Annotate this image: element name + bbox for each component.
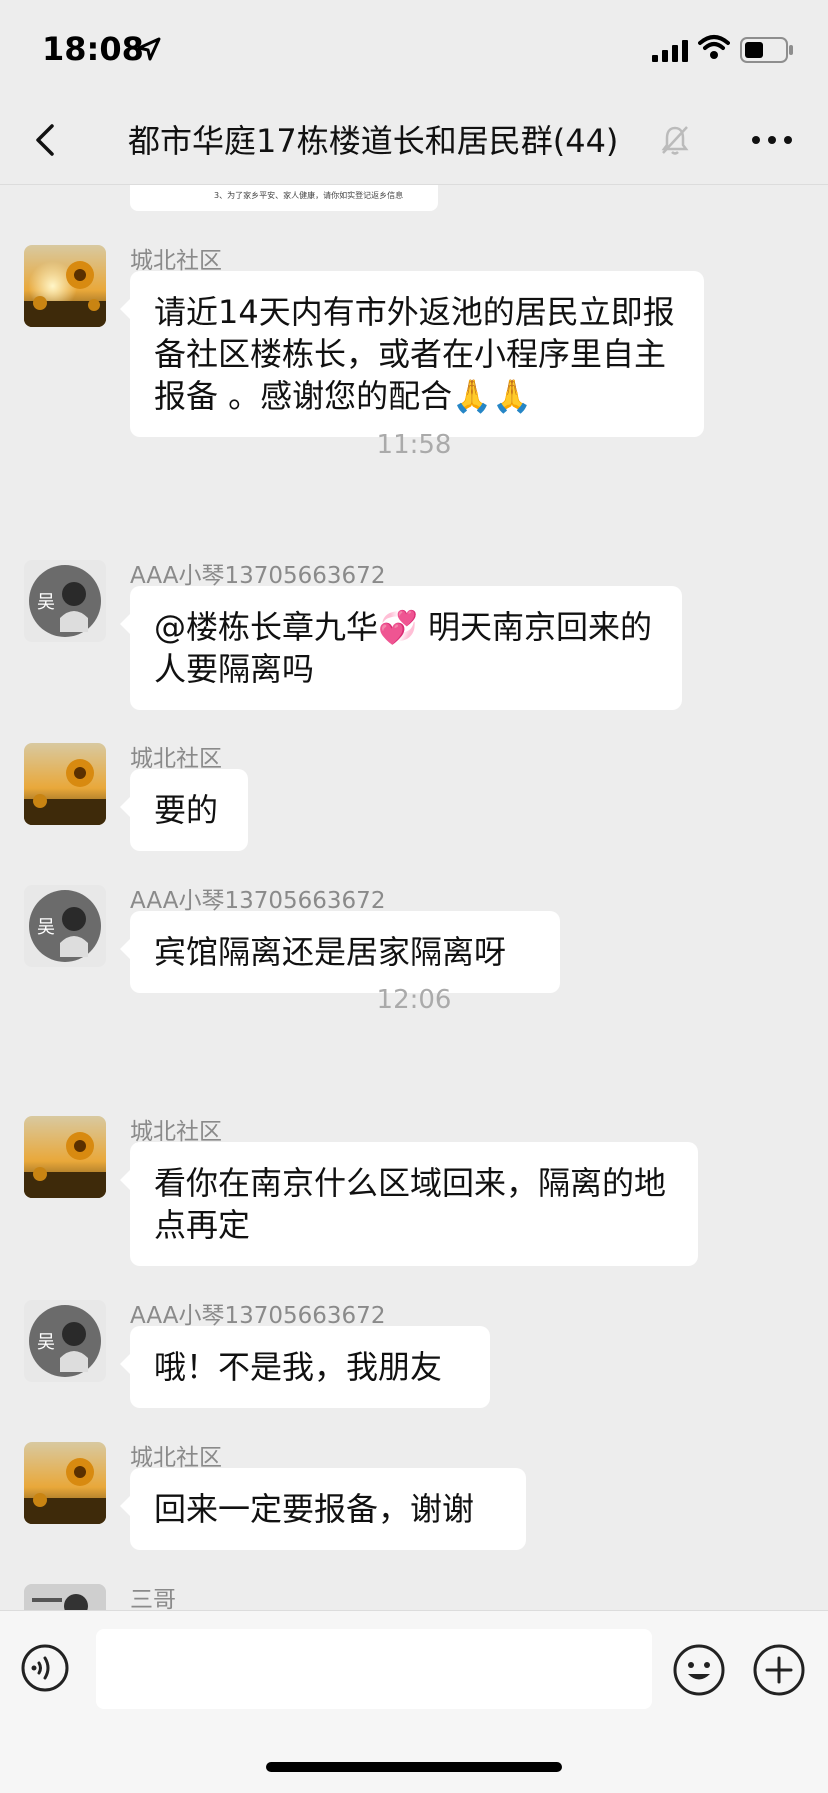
- avatar-sunflower[interactable]: [24, 1442, 106, 1524]
- message-input[interactable]: [96, 1629, 652, 1709]
- message-bubble[interactable]: @楼栋长章九华💞 明天南京回来的人要隔离吗: [120, 586, 682, 710]
- more-options-icon[interactable]: [748, 120, 796, 160]
- mute-bell-icon: [661, 126, 689, 155]
- location-arrow-icon: [137, 37, 161, 61]
- add-more-icon[interactable]: [752, 1643, 806, 1697]
- home-indicator: [266, 1762, 562, 1772]
- message-bubble[interactable]: 要的: [120, 769, 248, 851]
- sender-name: 三哥: [130, 1587, 176, 1610]
- status-time: 18:08: [42, 30, 144, 68]
- avatar-sunflower[interactable]: [24, 1116, 106, 1198]
- cellular-signal-icon: [652, 40, 688, 62]
- sender-name: AAA小琴13705663672: [130, 1303, 386, 1329]
- message-bubble[interactable]: 哦！不是我，我朋友: [120, 1326, 490, 1408]
- sender-name: AAA小琴13705663672: [130, 563, 386, 589]
- status-bar: 18:08: [0, 0, 828, 96]
- back-chevron-icon[interactable]: [24, 116, 68, 164]
- avatar-sange[interactable]: [24, 1584, 106, 1610]
- svg-text:吴: 吴: [37, 1332, 55, 1353]
- shared-card-text: 3、为了家乡平安、家人健康，请你如实登记返乡信息: [214, 191, 404, 200]
- svg-text:吴: 吴: [37, 917, 55, 938]
- sender-name: AAA小琴13705663672: [130, 888, 386, 914]
- message-bubble[interactable]: 请近14天内有市外返池的居民立即报备社区楼栋长，或者在小程序里自主报备 。感谢您…: [120, 271, 704, 437]
- chat-timestamp: 12:06: [376, 985, 452, 1015]
- sender-name: 城北社区: [130, 248, 222, 274]
- message-bubble[interactable]: 回来一定要报备，谢谢: [120, 1468, 526, 1550]
- chat-header: 都市华庭17栋楼道长和居民群(44): [0, 96, 828, 185]
- message-bubble[interactable]: 看你在南京什么区域回来，隔离的地点再定: [120, 1142, 698, 1266]
- chat-title: 都市华庭17栋楼道长和居民群(44): [128, 122, 619, 160]
- sender-name: 城北社区: [130, 746, 222, 772]
- shared-card-partial[interactable]: 3、为了家乡平安、家人健康，请你如实登记返乡信息: [130, 185, 438, 211]
- avatar-sunflower[interactable]: [24, 245, 106, 327]
- avatar-portrait[interactable]: 吴: [24, 560, 106, 642]
- voice-input-icon[interactable]: [20, 1643, 70, 1693]
- sender-name: 城北社区: [130, 1119, 222, 1145]
- chat-timestamp: 11:58: [376, 430, 452, 460]
- message-bubble[interactable]: 宾馆隔离还是居家隔离呀: [120, 911, 560, 993]
- sender-name: 城北社区: [130, 1445, 222, 1471]
- avatar-sunflower[interactable]: [24, 743, 106, 825]
- battery-icon: [740, 37, 793, 63]
- avatar-portrait[interactable]: 吴: [24, 1300, 106, 1382]
- wifi-icon: [698, 35, 730, 59]
- svg-text:吴: 吴: [37, 592, 55, 613]
- emoji-icon[interactable]: [672, 1643, 726, 1697]
- avatar-portrait[interactable]: 吴: [24, 885, 106, 967]
- chat-message-list[interactable]: 3、为了家乡平安、家人健康，请你如实登记返乡信息 城北社区 请近14天内有市外返…: [0, 185, 828, 1610]
